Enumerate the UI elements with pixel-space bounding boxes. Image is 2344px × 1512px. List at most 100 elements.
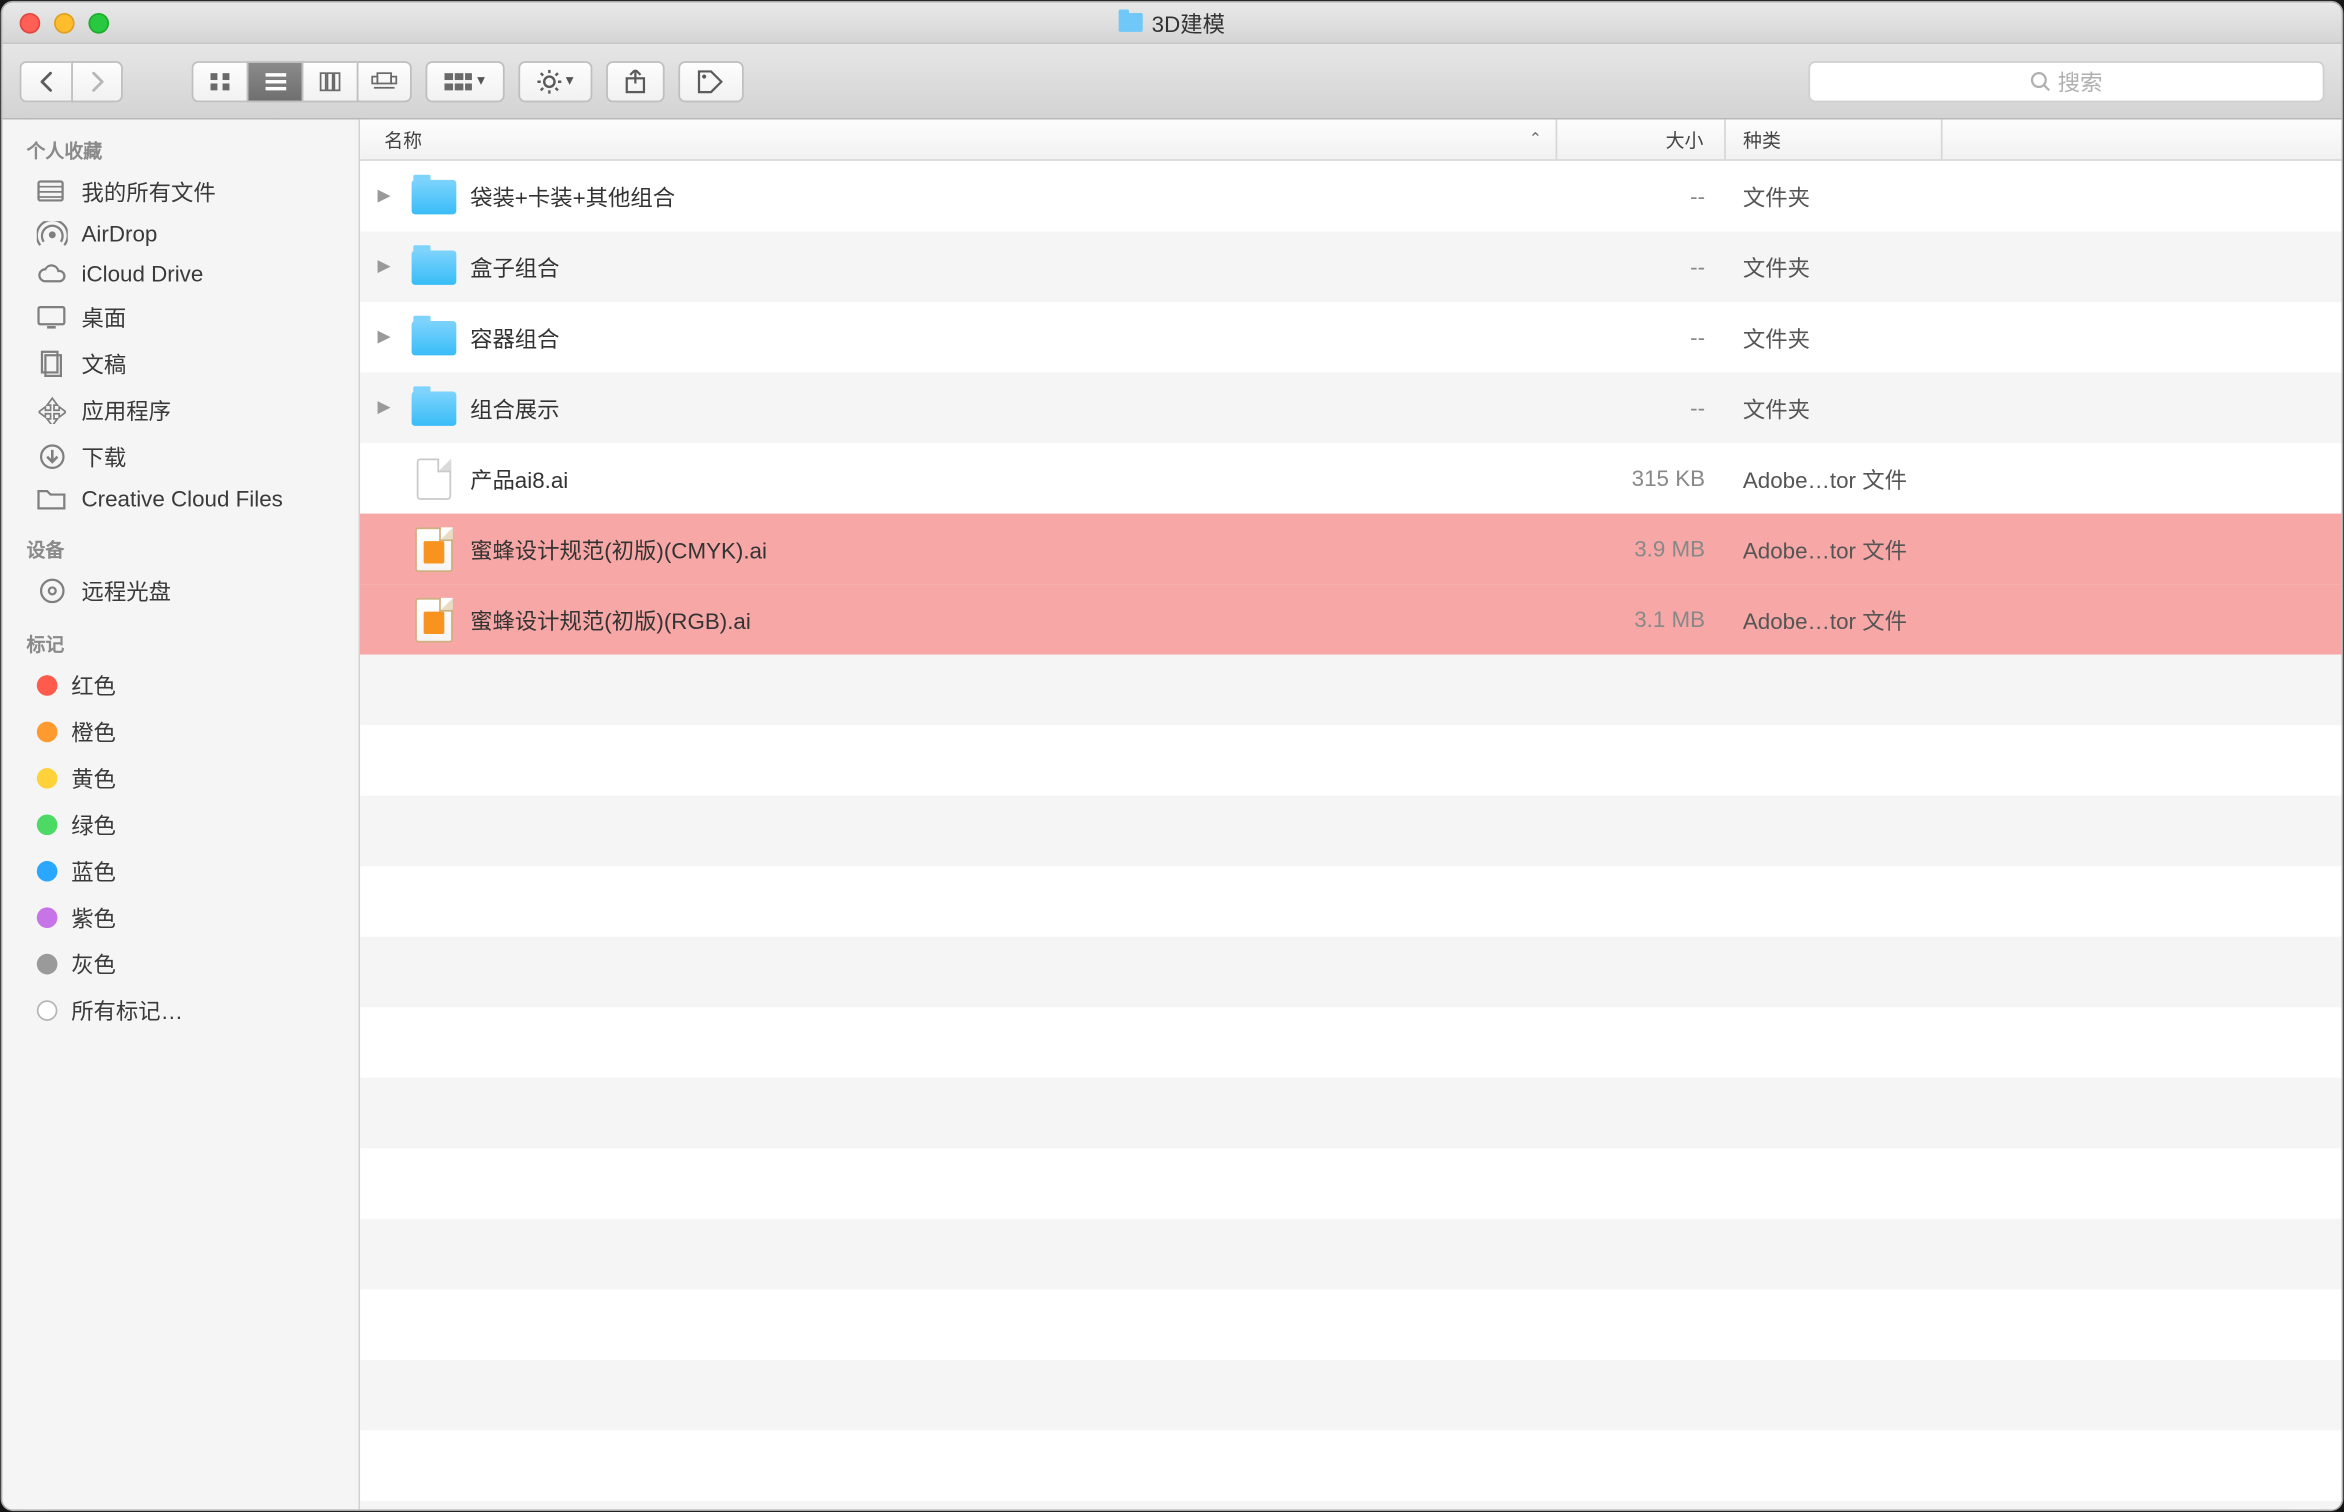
sidebar-item-label: 远程光盘	[82, 574, 171, 607]
sidebar-header-devices: 设备	[2, 529, 358, 567]
sidebar-item-label: 应用程序	[82, 393, 171, 426]
column-size[interactable]: 大小	[1557, 120, 1726, 160]
sort-indicator-icon: ⌃	[1529, 130, 1542, 149]
cloud-icon	[37, 262, 68, 286]
sidebar-item-desktop[interactable]: 桌面	[2, 293, 358, 339]
sidebar-item-label: 文稿	[82, 347, 127, 380]
sidebar-item-label: 桌面	[82, 300, 127, 333]
sidebar-item-label: 红色	[71, 668, 116, 701]
file-size: --	[1557, 183, 1726, 209]
disclosure-triangle-icon[interactable]: ▶	[370, 328, 398, 347]
sidebar-header-favorites: 个人收藏	[2, 130, 358, 168]
file-kind: 文件夹	[1726, 250, 1943, 283]
sidebar-tag[interactable]: 蓝色	[2, 847, 358, 893]
sidebar-item-folder[interactable]: Creative Cloud Files	[2, 479, 358, 519]
sidebar-tag[interactable]: 紫色	[2, 894, 358, 940]
folder-icon	[1119, 13, 1143, 32]
sidebar-item-label: 下载	[82, 440, 127, 473]
share-button[interactable]	[606, 60, 664, 101]
table-row[interactable]: ▶ 盒子组合 -- 文件夹	[360, 231, 2341, 302]
disclosure-triangle-icon[interactable]: ▶	[370, 257, 398, 276]
finder-window: 3D建模	[1, 1, 2344, 1511]
sidebar-item-documents[interactable]: 文稿	[2, 340, 358, 386]
sidebar-item-label: Creative Cloud Files	[82, 486, 283, 512]
tag-dot-icon	[37, 721, 58, 742]
tag-dot-icon	[37, 814, 58, 835]
sidebar-item-cloud[interactable]: iCloud Drive	[2, 254, 358, 294]
file-name: 蜜蜂设计规范(初版)(CMYK).ai	[470, 532, 767, 565]
search-placeholder: 搜索	[2058, 65, 2103, 98]
sidebar-item-label: 所有标记…	[71, 993, 183, 1026]
disclosure-triangle-icon[interactable]: ▶	[370, 187, 398, 206]
file-name: 蜜蜂设计规范(初版)(RGB).ai	[470, 603, 751, 636]
sidebar-tag[interactable]: 灰色	[2, 940, 358, 986]
view-mode-segment	[192, 60, 412, 101]
table-row[interactable]: 产品ai8.ai 315 KB Adobe…tor 文件	[360, 443, 2341, 514]
column-headers: 名称 ⌃ 大小 种类	[360, 120, 2341, 161]
tag-dot-icon	[37, 674, 58, 695]
tag-dot-icon	[37, 767, 58, 788]
folder-icon	[37, 487, 68, 511]
sidebar-tag[interactable]: 黄色	[2, 754, 358, 800]
folder-icon	[412, 391, 457, 425]
chevron-down-icon: ▾	[477, 71, 485, 90]
disc-icon	[37, 578, 68, 602]
back-button[interactable]	[20, 60, 72, 101]
all-files-icon	[37, 179, 68, 203]
table-row[interactable]: ▶ 组合展示 -- 文件夹	[360, 372, 2341, 443]
sidebar-tag[interactable]: 红色	[2, 661, 358, 707]
sidebar: 个人收藏 我的所有文件 AirDrop iCloud Drive 桌面文稿应用程序下载…	[2, 120, 360, 1510]
sidebar-item-disc[interactable]: 远程光盘	[2, 567, 358, 613]
action-button[interactable]: ▾	[518, 60, 593, 101]
tag-dot-icon	[37, 953, 58, 974]
tag-dot-icon	[37, 860, 58, 881]
file-size: 3.9 MB	[1557, 536, 1726, 562]
forward-button[interactable]	[71, 60, 123, 101]
file-kind: Adobe…tor 文件	[1726, 462, 1943, 495]
file-name: 盒子组合	[470, 250, 559, 283]
window-title-text: 3D建模	[1152, 6, 1225, 39]
sidebar-item-apps[interactable]: 应用程序	[2, 386, 358, 432]
sidebar-tag[interactable]: 所有标记…	[2, 986, 358, 1032]
file-size: --	[1557, 395, 1726, 421]
table-row[interactable]: 蜜蜂设计规范(初版)(RGB).ai 3.1 MB Adobe…tor 文件	[360, 584, 2341, 655]
table-row[interactable]: 蜜蜂设计规范(初版)(CMYK).ai 3.9 MB Adobe…tor 文件	[360, 513, 2341, 584]
file-icon	[417, 458, 451, 499]
sidebar-tag[interactable]: 橙色	[2, 708, 358, 754]
window-title: 3D建模	[2, 6, 2341, 39]
sidebar-header-tags: 标记	[2, 624, 358, 662]
sidebar-tag[interactable]: 绿色	[2, 801, 358, 847]
search-field[interactable]: 搜索	[1808, 60, 2324, 101]
disclosure-triangle-icon[interactable]: ▶	[370, 398, 398, 417]
column-name-label: 名称	[384, 126, 422, 154]
sidebar-item-all-files[interactable]: 我的所有文件	[2, 168, 358, 214]
column-name[interactable]: 名称 ⌃	[360, 120, 1557, 160]
column-view-button[interactable]	[302, 60, 357, 101]
table-row[interactable]: ▶ 容器组合 -- 文件夹	[360, 302, 2341, 373]
file-name: 袋装+卡装+其他组合	[470, 180, 675, 213]
tags-button[interactable]	[678, 60, 743, 101]
coverflow-view-button[interactable]	[357, 60, 412, 101]
sidebar-item-label: 橙色	[71, 715, 116, 748]
file-kind: 文件夹	[1726, 391, 1943, 424]
file-kind: Adobe…tor 文件	[1726, 532, 1943, 565]
table-row[interactable]: ▶ 袋装+卡装+其他组合 -- 文件夹	[360, 161, 2341, 232]
folder-icon	[412, 179, 457, 213]
column-kind[interactable]: 种类	[1726, 120, 1943, 160]
list-view-button[interactable]	[247, 60, 302, 101]
file-list: 名称 ⌃ 大小 种类 ▶ 袋装+卡装+其他组合 -- 文件夹 ▶ 盒子组合 --…	[360, 120, 2341, 1510]
window-body: 个人收藏 我的所有文件 AirDrop iCloud Drive 桌面文稿应用程序下载…	[2, 120, 2341, 1510]
apps-icon	[37, 397, 68, 421]
documents-icon	[37, 351, 68, 375]
sidebar-item-label: AirDrop	[82, 221, 158, 247]
tag-dot-icon	[37, 907, 58, 928]
folder-icon	[412, 249, 457, 283]
arrange-button[interactable]: ▾	[426, 60, 504, 101]
file-name: 容器组合	[470, 321, 559, 354]
icon-view-button[interactable]	[192, 60, 247, 101]
sidebar-item-airdrop[interactable]: AirDrop	[2, 214, 358, 254]
desktop-icon	[37, 305, 68, 329]
toolbar: ▾ ▾ 搜索	[2, 44, 2341, 120]
sidebar-item-label: iCloud Drive	[82, 261, 204, 287]
sidebar-item-downloads[interactable]: 下载	[2, 433, 358, 479]
